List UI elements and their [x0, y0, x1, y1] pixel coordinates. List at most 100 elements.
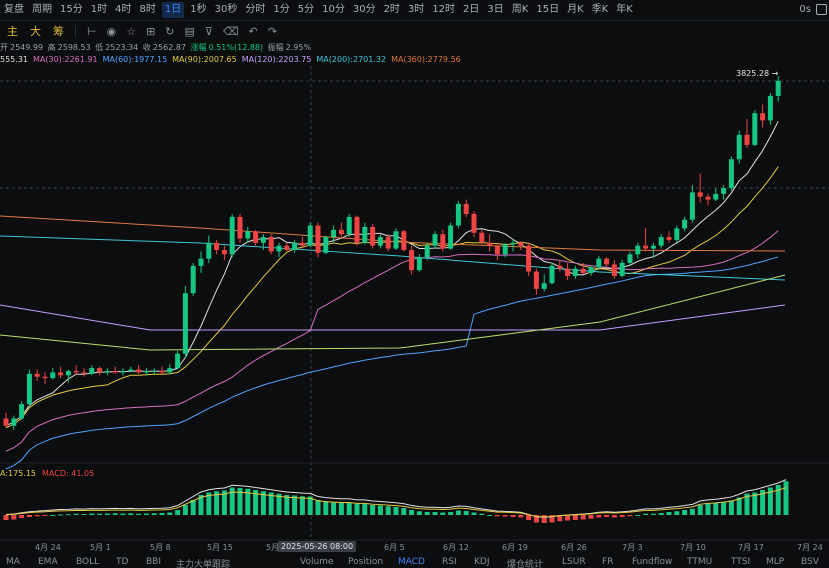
candle-body [518, 242, 524, 246]
candle-body [237, 216, 243, 239]
candle-body [19, 404, 25, 419]
macd-histogram-bar [440, 512, 446, 515]
indicator-tab[interactable]: TTMU [687, 557, 712, 567]
candle-body [767, 95, 773, 121]
candlestick-chart[interactable] [0, 0, 829, 568]
candle-body [89, 368, 95, 374]
indicator-tab[interactable]: TTSI [731, 557, 750, 567]
macd-histogram-bar [518, 515, 524, 518]
candle-body [713, 193, 719, 200]
indicator-tab[interactable]: 爆仓统计 [507, 557, 543, 568]
macd-histogram-bar [338, 502, 344, 515]
candle-body [182, 293, 188, 354]
candle-body [549, 265, 555, 284]
indicator-tab[interactable]: Position [348, 557, 383, 567]
candle-body [682, 219, 688, 229]
macd-histogram-bar [323, 501, 329, 515]
candle-body [604, 258, 610, 265]
macd-histogram-bar [643, 513, 649, 515]
indicator-tab[interactable]: BSV [801, 557, 819, 567]
candle-body [666, 237, 672, 240]
indicator-tab[interactable]: Volume [300, 557, 333, 567]
candle-body [541, 283, 547, 289]
macd-value: MACD: 41.05 [42, 469, 95, 478]
candle-body [284, 245, 290, 250]
moving-average-line [0, 274, 786, 351]
candle-body [502, 244, 508, 255]
candle-body [34, 373, 40, 377]
indicator-tab[interactable]: Fundflow [632, 557, 672, 567]
macd-histogram-bar [526, 515, 532, 520]
candle-body [385, 237, 391, 249]
candle-body [346, 216, 352, 235]
candle-body [58, 372, 64, 376]
candle-body [533, 271, 539, 289]
indicator-tab[interactable]: MLP [766, 557, 784, 567]
time-tick-label: 7月 3 [622, 543, 643, 552]
macd-histogram-bar [502, 515, 508, 517]
indicator-tab[interactable]: TD [116, 557, 128, 567]
macd-histogram-bar [128, 513, 134, 515]
candle-body [73, 370, 79, 373]
candle-body [260, 237, 266, 243]
macd-histogram-bar [409, 510, 415, 515]
candle-body [338, 229, 344, 235]
moving-average-line [0, 235, 786, 281]
macd-histogram-bar [346, 502, 352, 515]
moving-average-line [5, 166, 779, 429]
macd-histogram-bar [697, 505, 703, 515]
macd-histogram-bar [487, 515, 493, 516]
time-tick-label: 7月 24 [797, 543, 823, 552]
macd-histogram-bar [783, 481, 789, 515]
macd-histogram-bar [190, 500, 196, 515]
macd-histogram-bar [674, 511, 680, 515]
candle-body [775, 80, 781, 96]
indicator-tab[interactable]: LSUR [562, 557, 586, 567]
macd-histogram-bar [619, 515, 625, 517]
candle-body [377, 237, 383, 246]
time-tick-label: 6月 26 [561, 543, 587, 552]
indicator-tab[interactable]: BOLL [76, 557, 99, 567]
macd-histogram-bar [424, 512, 430, 515]
macd-histogram-bar [89, 513, 95, 515]
macd-histogram-bar [143, 513, 149, 515]
macd-histogram-bar [175, 510, 181, 515]
macd-histogram-bar [588, 515, 594, 519]
candle-body [159, 370, 165, 373]
candle-body [619, 262, 625, 276]
macd-histogram-bar [377, 505, 383, 515]
macd-histogram-bar [104, 513, 110, 515]
macd-histogram-bar [713, 503, 719, 515]
moving-average-line [5, 121, 779, 427]
indicator-tab[interactable]: KDJ [474, 557, 490, 567]
moving-average-line [0, 304, 786, 331]
candle-body [315, 225, 321, 253]
macd-histogram-bar [3, 515, 9, 520]
time-tick-label: 4月 24 [35, 543, 61, 552]
indicator-tab[interactable]: 主力大单跟踪 [176, 557, 230, 568]
macd-histogram-bar [627, 515, 633, 517]
candle-body [635, 245, 641, 255]
candle-body [424, 245, 430, 258]
candle-body [143, 370, 149, 373]
macd-histogram-bar [73, 513, 79, 515]
time-axis: 4月 24 5月 1 5月 8 5月 15 5月 6月 5 6月 12 6月 19 6月 26 7… [0, 540, 829, 554]
indicator-tab[interactable]: EMA [38, 557, 58, 567]
macd-histogram-bar [315, 500, 321, 515]
macd-histogram-bar [635, 515, 641, 516]
candle-body [471, 214, 477, 233]
indicator-tab[interactable]: MA [6, 557, 20, 567]
indicator-tab[interactable]: RSI [442, 557, 457, 567]
indicator-tab[interactable]: MACD [398, 557, 425, 567]
macd-histogram-bar [284, 495, 290, 515]
macd-histogram-bar [580, 515, 586, 520]
macd-histogram-bar [34, 515, 40, 517]
macd-histogram-bar [736, 497, 742, 515]
indicator-tab[interactable]: FR [602, 557, 613, 567]
indicator-tab[interactable]: BBI [146, 557, 161, 567]
macd-histogram-bar [11, 515, 17, 520]
macd-histogram-bar [541, 515, 547, 523]
candle-body [354, 216, 360, 243]
macd-histogram-bar [494, 515, 500, 517]
candle-body [214, 242, 220, 250]
